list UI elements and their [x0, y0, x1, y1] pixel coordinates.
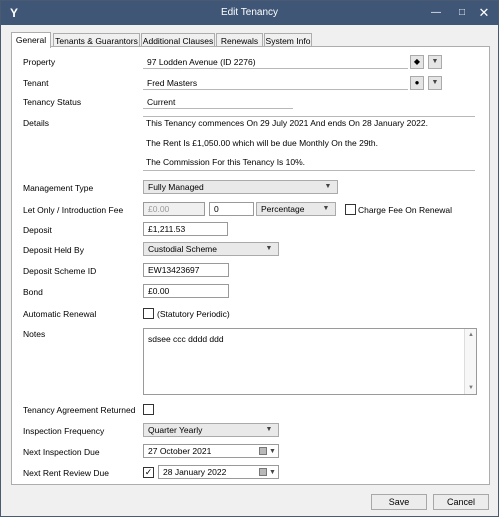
management-type-select[interactable]: Fully Managed ▼ — [143, 180, 338, 194]
notes-label: Notes — [23, 329, 46, 339]
let-only-fee-amount-field[interactable]: £0.00 — [143, 202, 205, 216]
save-button[interactable]: Save — [371, 494, 427, 510]
chevron-down-icon: ▼ — [265, 426, 273, 433]
details-line: This Tenancy commences On 29 July 2021 A… — [146, 118, 428, 128]
title-bar: Y Edit Tenancy — □ ✕ — [1, 1, 498, 25]
charge-fee-on-renewal-checkbox[interactable] — [345, 204, 356, 215]
deposit-held-by-label: Deposit Held By — [23, 245, 84, 255]
general-tab-panel: Property 97 Lodden Avenue (ID 2276) ◆ ▼ … — [11, 46, 490, 485]
chevron-down-icon: ▼ — [265, 245, 273, 252]
close-button[interactable]: ✕ — [471, 1, 497, 25]
inspection-frequency-label: Inspection Frequency — [23, 426, 105, 436]
tab-tenants-guarantors[interactable]: Tenants & Guarantors — [53, 33, 140, 47]
property-dropdown-button[interactable]: ▼ — [428, 55, 442, 69]
chevron-down-icon: ▼ — [322, 205, 330, 212]
let-only-fee-type-value: Percentage — [261, 204, 305, 214]
person-icon[interactable]: ● — [410, 76, 424, 90]
tab-strip: General Tenants & Guarantors Additional … — [11, 32, 489, 48]
tenancy-agreement-returned-checkbox[interactable] — [143, 404, 154, 415]
details-line: The Rent Is £1,050.00 which will be due … — [146, 138, 378, 148]
deposit-scheme-id-field[interactable]: EW13423697 — [143, 263, 229, 277]
calendar-icon[interactable] — [259, 468, 267, 476]
next-inspection-due-label: Next Inspection Due — [23, 447, 100, 457]
details-label: Details — [23, 118, 49, 128]
details-line: The Commission For this Tenancy Is 10%. — [146, 157, 306, 167]
tenant-label: Tenant — [23, 78, 49, 88]
notes-scrollbar[interactable]: ▲ ▼ — [464, 329, 476, 394]
calendar-icon[interactable] — [259, 447, 267, 455]
next-rent-review-due-checkbox[interactable]: ✓ — [143, 467, 154, 478]
let-only-fee-type-select[interactable]: Percentage ▼ — [256, 202, 336, 216]
next-inspection-due-value: 27 October 2021 — [148, 446, 212, 456]
tab-additional-clauses[interactable]: Additional Clauses — [141, 33, 215, 47]
tenancy-status-value: Current — [143, 95, 293, 109]
next-inspection-due-date[interactable]: 27 October 2021 ▼ — [143, 444, 279, 458]
bond-field[interactable]: £0.00 — [143, 284, 229, 298]
deposit-scheme-id-label: Deposit Scheme ID — [23, 266, 97, 276]
tab-system-info[interactable]: System Info — [264, 33, 312, 47]
minimize-button[interactable]: — — [423, 1, 449, 25]
chevron-down-icon: ▼ — [324, 183, 332, 190]
deposit-field[interactable]: £1,211.53 — [143, 222, 228, 236]
cancel-button[interactable]: Cancel — [433, 494, 489, 510]
next-rent-review-due-date[interactable]: 28 January 2022 ▼ — [158, 465, 279, 479]
statutory-periodic-label: (Statutory Periodic) — [157, 309, 230, 319]
deposit-held-by-value: Custodial Scheme — [148, 244, 217, 254]
tab-renewals[interactable]: Renewals — [216, 33, 263, 47]
scroll-up-icon[interactable]: ▲ — [466, 330, 476, 340]
let-only-fee-label: Let Only / Introduction Fee — [23, 205, 124, 215]
details-box: This Tenancy commences On 29 July 2021 A… — [143, 116, 475, 171]
tenancy-agreement-returned-label: Tenancy Agreement Returned — [23, 405, 136, 415]
management-type-label: Management Type — [23, 183, 94, 193]
next-rent-review-due-value: 28 January 2022 — [163, 467, 227, 477]
charge-fee-on-renewal-label: Charge Fee On Renewal — [358, 205, 453, 215]
bond-label: Bond — [23, 287, 43, 297]
deposit-label: Deposit — [23, 225, 52, 235]
notes-textarea[interactable]: sdsee ccc dddd ddd ▲ ▼ — [143, 328, 477, 395]
scroll-down-icon[interactable]: ▼ — [466, 383, 476, 393]
edit-tenancy-window: Y Edit Tenancy — □ ✕ General Tenants & G… — [0, 0, 499, 517]
automatic-renewal-label: Automatic Renewal — [23, 309, 97, 319]
notes-text: sdsee ccc dddd ddd — [148, 334, 224, 344]
inspection-frequency-value: Quarter Yearly — [148, 425, 203, 435]
property-label: Property — [23, 57, 56, 67]
management-type-value: Fully Managed — [148, 182, 204, 192]
automatic-renewal-checkbox[interactable] — [143, 308, 154, 319]
inspection-frequency-select[interactable]: Quarter Yearly ▼ — [143, 423, 279, 437]
chevron-down-icon: ▼ — [269, 469, 276, 476]
chevron-down-icon: ▼ — [269, 448, 276, 455]
tenant-dropdown-button[interactable]: ▼ — [428, 76, 442, 90]
let-only-fee-rate-field[interactable]: 0 — [209, 202, 254, 216]
deposit-held-by-select[interactable]: Custodial Scheme ▼ — [143, 242, 279, 256]
tenant-value: Fred Masters — [143, 76, 408, 90]
tenancy-status-label: Tenancy Status — [23, 97, 82, 107]
tab-general[interactable]: General — [11, 32, 51, 48]
next-rent-review-due-label: Next Rent Review Due — [23, 468, 109, 478]
property-icon[interactable]: ◆ — [410, 55, 424, 69]
property-value: 97 Lodden Avenue (ID 2276) — [143, 55, 408, 69]
